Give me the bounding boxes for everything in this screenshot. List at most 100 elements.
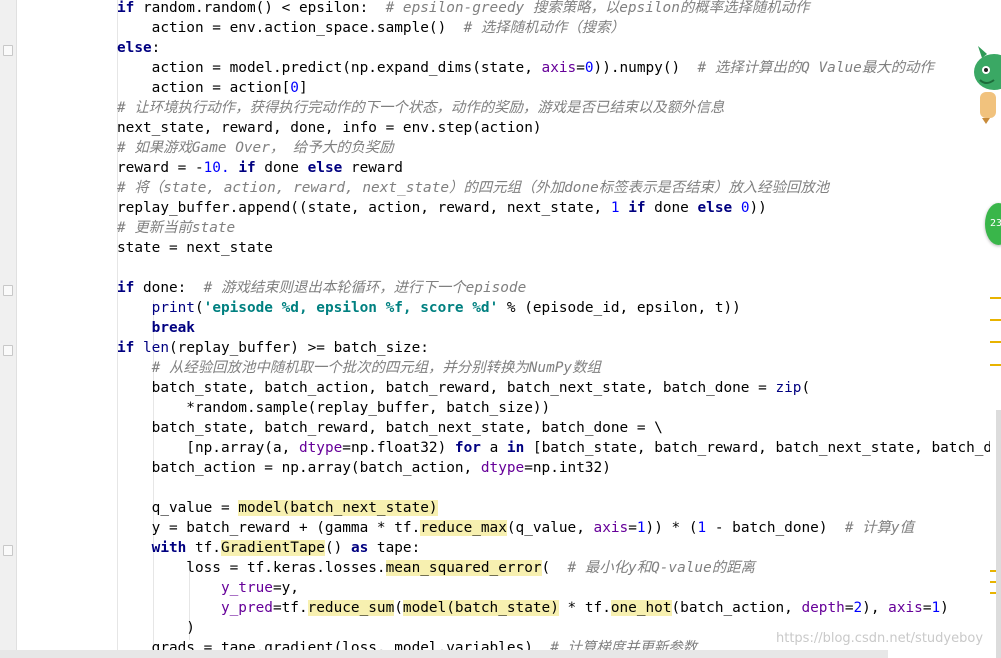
code-line[interactable]: # 将（state, action, reward, next_state）的四… bbox=[117, 178, 829, 198]
code-line[interactable]: loss = tf.keras.losses.mean_squared_erro… bbox=[117, 558, 755, 578]
comment-token: # 让环境执行动作，获得执行完动作的下一个状态，动作的奖励，游戏是否已结束以及额… bbox=[117, 100, 725, 116]
code-token: done bbox=[645, 200, 698, 216]
code-line[interactable]: if len(replay_buffer) >= batch_size: bbox=[117, 338, 429, 358]
comment-token: # 将（state, action, reward, next_state）的四… bbox=[117, 180, 830, 196]
code-line[interactable]: q_value = model(batch_next_state) bbox=[117, 498, 438, 518]
fold-marker[interactable] bbox=[3, 45, 13, 56]
code-token: done bbox=[255, 160, 308, 176]
code-line[interactable]: else: bbox=[117, 38, 160, 58]
code-line[interactable]: state = next_state bbox=[117, 238, 273, 258]
keyword-token: if bbox=[117, 340, 135, 356]
code-line[interactable]: batch_state, batch_reward, batch_next_st… bbox=[117, 418, 663, 438]
code-line[interactable]: action = action[0] bbox=[117, 78, 308, 98]
code-token: =np.float32) bbox=[342, 440, 455, 456]
code-line[interactable]: replay_buffer.append((state, action, rew… bbox=[117, 198, 767, 218]
code-token: *random.sample(replay_buffer, batch_size… bbox=[117, 400, 551, 416]
vertical-scrollbar[interactable] bbox=[996, 410, 1001, 658]
code-token: =tf. bbox=[272, 600, 308, 616]
marker[interactable] bbox=[990, 364, 1001, 366]
keyword-token: in bbox=[506, 440, 525, 456]
code-token: next_state, reward, done, info = env.ste… bbox=[117, 120, 542, 136]
marker[interactable] bbox=[990, 341, 1001, 343]
fold-marker[interactable] bbox=[3, 285, 13, 296]
argument-token: axis bbox=[541, 60, 577, 76]
argument-token: dtype bbox=[298, 440, 343, 456]
code-line[interactable]: with tf.GradientTape() as tape: bbox=[117, 538, 420, 558]
watermark: https://blog.csdn.net/studyeboy bbox=[776, 631, 984, 646]
highlighted-token: mean_squared_error bbox=[385, 560, 542, 576]
marker[interactable] bbox=[990, 319, 1001, 321]
argument-token: dtype bbox=[480, 460, 525, 476]
comment-token: # 计算y值 bbox=[844, 520, 914, 536]
code-line[interactable]: # 如果游戏Game Over， 给予大的负奖励 bbox=[117, 138, 394, 158]
code-line[interactable]: action = model.predict(np.expand_dims(st… bbox=[117, 58, 934, 78]
comment-token: # 最小化y和Q-value的距离 bbox=[567, 560, 755, 576]
code-line[interactable]: *random.sample(replay_buffer, batch_size… bbox=[117, 398, 550, 418]
keyword-token: else bbox=[307, 160, 343, 176]
code-line[interactable]: [np.array(a, dtype=np.float32) for a in … bbox=[117, 438, 990, 458]
code-token: (q_value, bbox=[506, 520, 594, 536]
code-token: (batch_action, bbox=[671, 600, 802, 616]
code-line[interactable]: next_state, reward, done, info = env.ste… bbox=[117, 118, 542, 138]
code-token: replay_buffer.append((state, action, rew… bbox=[117, 200, 611, 216]
keyword-token: as bbox=[350, 540, 369, 556]
code-line[interactable]: batch_state, batch_action, batch_reward,… bbox=[117, 378, 811, 398]
number-token: 0 bbox=[290, 80, 299, 96]
code-editor[interactable]: if random.random() < epsilon: # epsilon-… bbox=[16, 0, 990, 658]
horizontal-scrollbar[interactable] bbox=[0, 650, 888, 658]
string-token: 'episode %d, epsilon %f, score %d' bbox=[203, 300, 499, 316]
comment-token: # 更新当前state bbox=[117, 220, 236, 236]
code-line[interactable]: y_pred=tf.reduce_sum(model(batch_state) … bbox=[117, 598, 949, 618]
code-line[interactable]: y_true=y, bbox=[117, 578, 299, 598]
code-line[interactable]: break bbox=[117, 318, 195, 338]
highlighted-token: one_hot bbox=[610, 600, 672, 616]
code-token: )).numpy() bbox=[593, 60, 698, 76]
code-line[interactable]: # 更新当前state bbox=[117, 218, 235, 238]
code-token: ), bbox=[862, 600, 889, 616]
code-token: tf. bbox=[186, 540, 221, 556]
argument-token: y_true bbox=[220, 580, 273, 596]
marker[interactable] bbox=[990, 297, 1001, 299]
number-token: 0 bbox=[740, 200, 750, 216]
code-token: ( bbox=[394, 600, 403, 616]
code-line[interactable]: batch_action = np.array(batch_action, dt… bbox=[117, 458, 611, 478]
code-token: =y, bbox=[272, 580, 299, 596]
code-token: ) bbox=[117, 620, 195, 636]
argument-token: axis bbox=[593, 520, 629, 536]
keyword-token: if bbox=[117, 280, 135, 296]
code-token: reward bbox=[342, 160, 403, 176]
number-token: 10. bbox=[203, 160, 230, 176]
code-line[interactable]: # 让环境执行动作，获得执行完动作的下一个状态，动作的奖励，游戏是否已结束以及额… bbox=[117, 98, 724, 118]
code-token: : bbox=[151, 40, 161, 56]
code-line[interactable]: ) bbox=[117, 618, 195, 638]
highlighted-token: reduce_sum bbox=[307, 600, 395, 616]
number-token: 1 bbox=[610, 200, 620, 216]
fold-marker[interactable] bbox=[3, 545, 13, 556]
code-token: ( bbox=[194, 300, 204, 316]
number-token: 0 bbox=[584, 60, 594, 76]
code-line[interactable]: action = env.action_space.sample() # 选择随… bbox=[117, 18, 625, 38]
fold-marker[interactable] bbox=[3, 345, 13, 356]
code-token: % (episode_id, epsilon, t)) bbox=[498, 300, 741, 316]
comment-token: # 游戏结束则退出本轮循环，进行下一个episode bbox=[203, 280, 527, 296]
code-line[interactable]: print('episode %d, epsilon %f, score %d'… bbox=[117, 298, 741, 318]
code-line[interactable]: y = batch_reward + (gamma * tf.reduce_ma… bbox=[117, 518, 914, 538]
code-token: [batch_state, batch_reward, batch_next_s… bbox=[524, 440, 990, 456]
code-line[interactable]: if random.random() < epsilon: # epsilon-… bbox=[117, 0, 809, 18]
code-token: = bbox=[576, 60, 585, 76]
code-token: ) bbox=[940, 600, 949, 616]
mascot-icon bbox=[974, 46, 1001, 124]
argument-token: y_pred bbox=[220, 600, 273, 616]
code-line[interactable]: if done: # 游戏结束则退出本轮循环，进行下一个episode bbox=[117, 278, 526, 298]
keyword-token: break bbox=[151, 320, 195, 336]
code-token: tape: bbox=[368, 540, 421, 556]
comment-token: # 选择计算出的Q Value最大的动作 bbox=[697, 60, 934, 76]
code-line[interactable]: reward = -10. if done else reward bbox=[117, 158, 403, 178]
code-line[interactable]: # 从经验回放池中随机取一个批次的四元组，并分别转换为NumPy数组 bbox=[117, 358, 601, 378]
argument-token: axis bbox=[888, 600, 923, 616]
